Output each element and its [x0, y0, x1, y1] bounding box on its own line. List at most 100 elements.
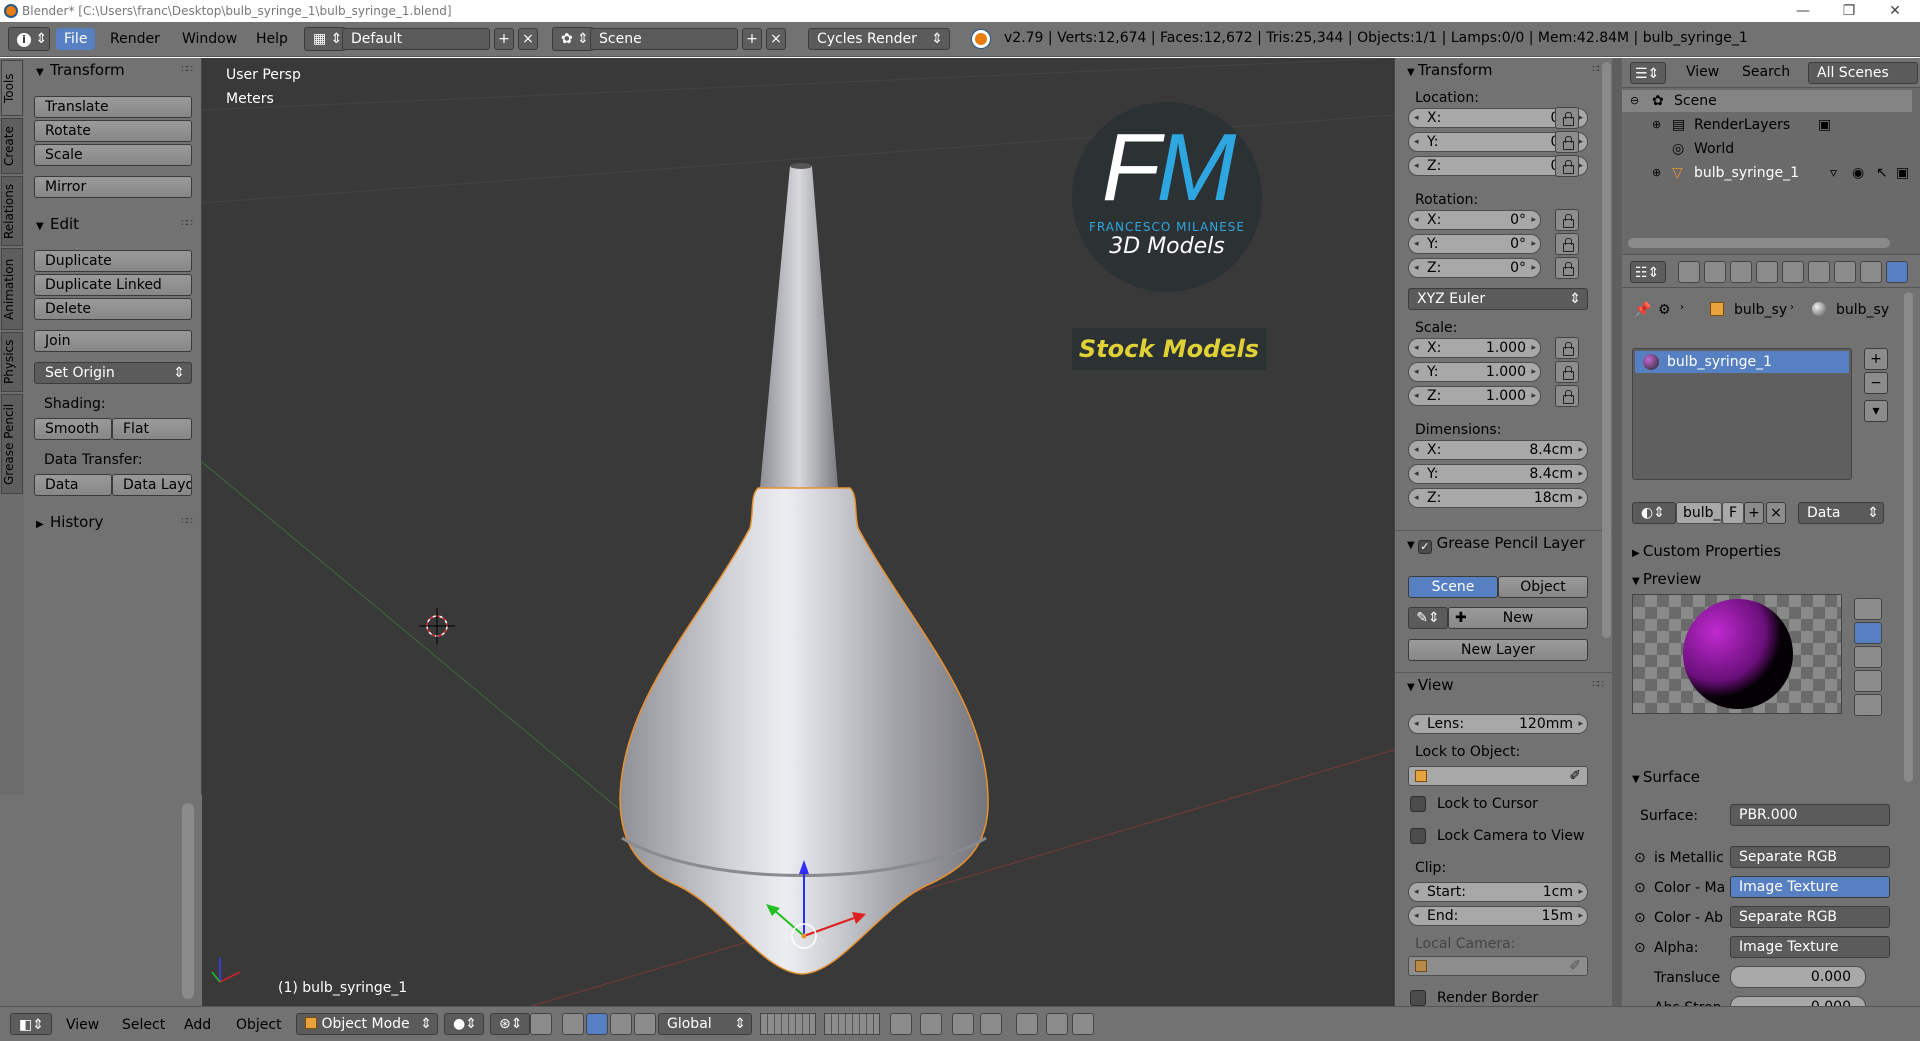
transluce-slider[interactable]: 0.000: [1730, 966, 1866, 988]
input-color-ab-dropdown[interactable]: Separate RGB: [1730, 906, 1890, 928]
add-layout-icon[interactable]: +: [494, 28, 514, 50]
clip-start-field[interactable]: ◂ Start: 1cm ▸: [1408, 882, 1588, 902]
outliner-editor-type-button[interactable]: ☰⇕: [1630, 62, 1666, 84]
layer-buttons-group-2[interactable]: [824, 1013, 880, 1035]
translate-button[interactable]: Translate: [34, 96, 192, 118]
outliner-search-menu[interactable]: Search: [1742, 65, 1790, 79]
gp-new-layer-button[interactable]: New Layer: [1408, 639, 1588, 661]
preview-header[interactable]: ▼ Preview: [1632, 570, 1701, 588]
data-button[interactable]: Data: [34, 474, 112, 496]
renderable-camera-icon[interactable]: ▣: [1896, 162, 1909, 184]
local-camera-field[interactable]: ✐: [1408, 956, 1588, 976]
input-link-icon[interactable]: ⊙: [1634, 910, 1646, 926]
join-button[interactable]: Join: [34, 330, 192, 352]
tab-animation[interactable]: Animation: [1, 248, 23, 330]
lock-rotation-y-icon[interactable]: [1555, 233, 1579, 255]
material-slot-list[interactable]: bulb_syringe_1: [1632, 348, 1852, 480]
menu-render[interactable]: Render: [110, 32, 160, 46]
render-engine-dropdown[interactable]: Cycles Render ⇕: [808, 28, 950, 50]
grease-pencil-checkbox[interactable]: ✓: [1417, 540, 1432, 554]
data-context-icon[interactable]: [1860, 261, 1882, 283]
menu-add[interactable]: Add: [184, 1017, 211, 1033]
operator-scrollbar[interactable]: [182, 803, 194, 999]
dimension-y-field[interactable]: ◂ Y: 8.4cm ▸: [1408, 464, 1588, 484]
panel-transform-header[interactable]: ▼ Transform ∷∷: [24, 58, 202, 82]
scene-name-field[interactable]: Scene: [590, 28, 738, 50]
scale-z-field[interactable]: ◂ Z: 1.000 ▸: [1408, 386, 1541, 406]
menu-file[interactable]: File: [56, 28, 96, 50]
panel-transform-header[interactable]: ▼ Transform ∷∷: [1395, 58, 1613, 82]
render-layers-context-icon[interactable]: [1704, 261, 1726, 283]
tab-grease-pencil[interactable]: Grease Pencil: [1, 394, 23, 494]
input-link-icon[interactable]: ⊙: [1634, 940, 1646, 956]
lock-location-z-icon[interactable]: [1555, 155, 1579, 177]
preview-monkey-icon[interactable]: [1854, 670, 1882, 692]
input-link-icon[interactable]: ⊙: [1634, 880, 1646, 896]
outliner-row-world[interactable]: ◎ World: [1622, 138, 1912, 160]
material-context-icon[interactable]: [1886, 261, 1908, 283]
input-link-icon[interactable]: ⊙: [1634, 850, 1646, 866]
properties-scrollbar[interactable]: [1904, 292, 1913, 782]
slot-menu-icon[interactable]: ▾: [1864, 400, 1888, 422]
eyedropper-icon[interactable]: ✐: [1569, 957, 1581, 975]
drag-grip-icon[interactable]: ∷∷: [181, 510, 193, 534]
preview-sphere-icon[interactable]: [1854, 622, 1882, 644]
menu-window[interactable]: Window: [182, 32, 237, 46]
menu-select[interactable]: Select: [122, 1017, 165, 1033]
tab-relations[interactable]: Relations: [1, 176, 23, 246]
lock-cursor-checkbox[interactable]: [1410, 796, 1426, 812]
duplicate-linked-button[interactable]: Duplicate Linked: [34, 274, 192, 296]
dimension-z-field[interactable]: ◂ Z: 18cm ▸: [1408, 488, 1588, 508]
scale-y-field[interactable]: ◂ Y: 1.000 ▸: [1408, 362, 1541, 382]
remove-layout-icon[interactable]: ×: [518, 28, 538, 50]
world-context-icon[interactable]: [1756, 261, 1778, 283]
lock-scale-x-icon[interactable]: [1555, 337, 1579, 359]
interaction-mode-dropdown[interactable]: Object Mode ⇕: [296, 1013, 438, 1035]
lock-location-y-icon[interactable]: [1555, 131, 1579, 153]
surface-header[interactable]: ▼ Surface: [1632, 768, 1700, 786]
breadcrumb-object[interactable]: bulb_sy: [1734, 302, 1787, 318]
rotate-manipulator-icon[interactable]: [610, 1013, 632, 1035]
scene-selector-button[interactable]: ✿ ⇕: [552, 27, 594, 51]
rotation-y-field[interactable]: ◂ Y: 0° ▸: [1408, 234, 1541, 254]
object-context-icon[interactable]: [1782, 261, 1804, 283]
scale-manipulator-icon[interactable]: [634, 1013, 656, 1035]
constraints-context-icon[interactable]: [1808, 261, 1830, 283]
outliner-filter-dropdown[interactable]: All Scenes: [1808, 62, 1918, 84]
rotation-z-field[interactable]: ◂ Z: 0° ▸: [1408, 258, 1541, 278]
outliner-row-scene[interactable]: ⊖ ✿ Scene: [1622, 90, 1912, 112]
menu-object[interactable]: Object: [236, 1017, 282, 1033]
preview-flat-icon[interactable]: [1854, 598, 1882, 620]
render-layers-toggle-icon[interactable]: ▣: [1818, 114, 1831, 136]
close-button[interactable]: ✕: [1872, 0, 1918, 22]
gp-pencil-selector[interactable]: ✎⇕: [1408, 607, 1448, 629]
rotate-button[interactable]: Rotate: [34, 120, 192, 142]
tab-create[interactable]: Create: [1, 118, 23, 174]
layer-buttons-group-1[interactable]: [760, 1013, 816, 1035]
add-slot-icon[interactable]: +: [1864, 348, 1888, 370]
layer-lock-icon[interactable]: [890, 1013, 912, 1035]
selectable-cursor-icon[interactable]: ↖: [1876, 162, 1888, 184]
menu-help[interactable]: Help: [256, 32, 288, 46]
material-name-field[interactable]: bulb_: [1676, 502, 1722, 524]
manipulator-toggle-icon[interactable]: [530, 1013, 552, 1035]
snap-target-icon[interactable]: [1016, 1013, 1038, 1035]
lock-location-x-icon[interactable]: [1555, 107, 1579, 129]
gp-object-toggle[interactable]: Object: [1498, 576, 1588, 598]
duplicate-button[interactable]: Duplicate: [34, 250, 192, 272]
render-context-icon[interactable]: [1678, 261, 1700, 283]
lock-scale-z-icon[interactable]: [1555, 385, 1579, 407]
lock-rotation-x-icon[interactable]: [1555, 209, 1579, 231]
viewport-editor-type-button[interactable]: ◧⇕: [10, 1013, 52, 1035]
scene-context-icon[interactable]: [1730, 261, 1752, 283]
outliner-row-bulb-syringe[interactable]: ⊕ ▽ bulb_syringe_1 ▿ ◉ ↖ ▣: [1622, 162, 1912, 184]
unlink-material-icon[interactable]: ×: [1766, 502, 1786, 524]
panel-view-header[interactable]: ▼ View ∷∷: [1395, 672, 1613, 696]
transform-orientation-dropdown[interactable]: Global ⇕: [658, 1013, 752, 1035]
smooth-button[interactable]: Smooth: [34, 418, 112, 440]
panel-grease-pencil-header[interactable]: ▼ ✓ Grease Pencil Layer: [1395, 530, 1613, 554]
scale-x-field[interactable]: ◂ X: 1.000 ▸: [1408, 338, 1541, 358]
rotation-x-field[interactable]: ◂ X: 0° ▸: [1408, 210, 1541, 230]
preview-hair-icon[interactable]: [1854, 694, 1882, 716]
gp-new-button[interactable]: ✚ New: [1448, 607, 1588, 629]
